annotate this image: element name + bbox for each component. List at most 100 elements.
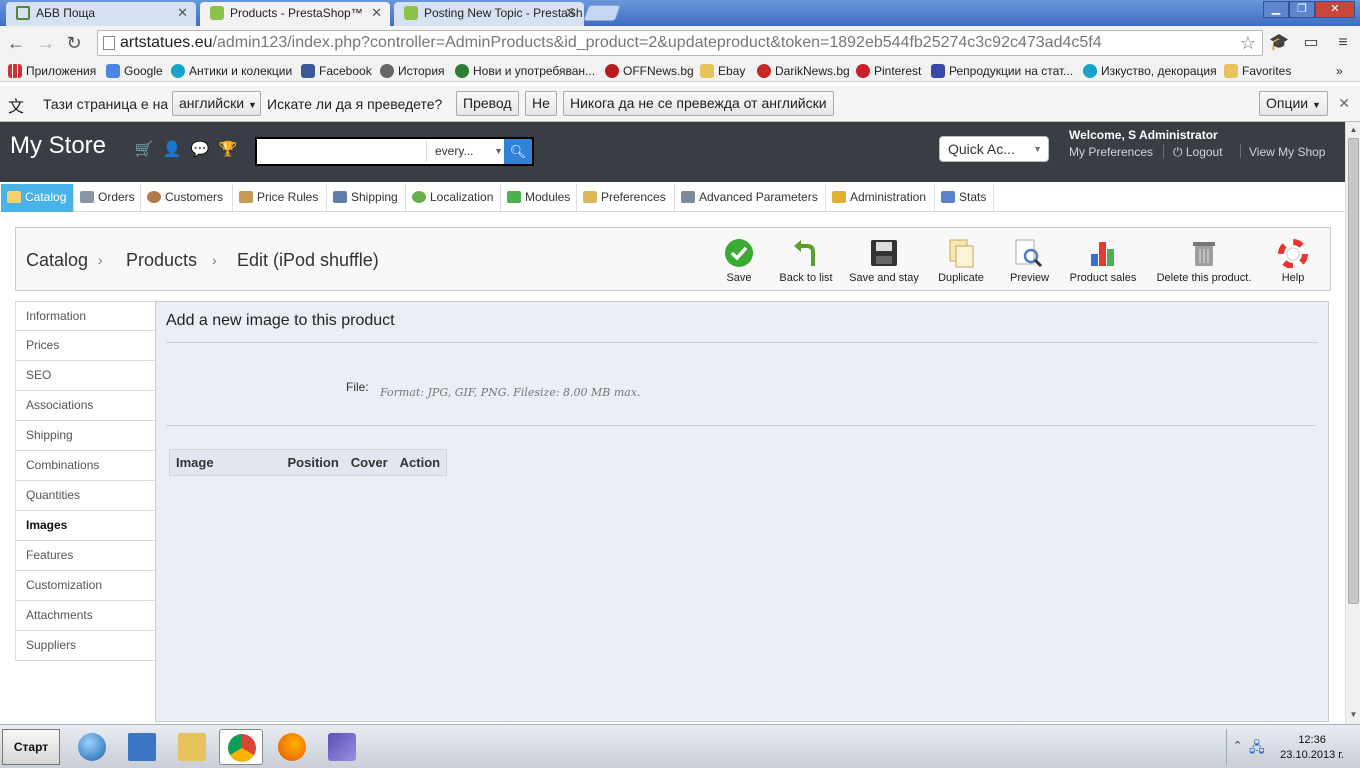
tab-shipping[interactable]: Shipping <box>15 421 156 451</box>
preview-button[interactable]: Preview <box>1010 238 1049 284</box>
product-sales-button[interactable]: Product sales <box>1069 238 1137 284</box>
tab-customization[interactable]: Customization <box>15 571 156 601</box>
search-input[interactable] <box>259 141 423 162</box>
menu-modules[interactable]: Modules <box>501 184 577 212</box>
tab-seo[interactable]: SEO <box>15 361 156 391</box>
menu-advanced-parameters[interactable]: Advanced Parameters <box>675 184 826 212</box>
tab-attachments[interactable]: Attachments <box>15 601 156 631</box>
duplicate-button[interactable]: Duplicate <box>937 238 985 284</box>
search-type-select[interactable]: every... ▼ <box>426 141 506 162</box>
minimize-icon[interactable]: ▁ <box>1263 1 1289 18</box>
bookmark-pinterest[interactable]: Pinterest <box>856 62 921 80</box>
shop-name[interactable]: My Store <box>10 132 106 160</box>
scroll-thumb[interactable] <box>1348 138 1359 604</box>
delete-product-button[interactable]: Delete this product. <box>1156 238 1252 284</box>
taskbar-chrome[interactable] <box>219 729 263 765</box>
close-icon[interactable]: ✕ <box>1338 95 1350 112</box>
restore-icon[interactable]: ❐ <box>1289 1 1315 18</box>
view-shop-link[interactable]: View My Shop <box>1249 145 1325 159</box>
menu-stats[interactable]: Stats <box>935 184 994 212</box>
bookmark-history[interactable]: История <box>380 62 445 80</box>
page-scrollbar[interactable]: ▲ ▼ <box>1345 122 1360 724</box>
tab-features[interactable]: Features <box>15 541 156 571</box>
browser-tab-mail[interactable]: АБВ Поща ✕ <box>6 2 196 26</box>
menu-icon[interactable]: ≡ <box>1332 32 1354 54</box>
tray-expand-icon[interactable]: ⌃ <box>1233 739 1242 752</box>
bookmark-facebook[interactable]: Facebook <box>301 62 372 80</box>
tab-associations[interactable]: Associations <box>15 391 156 421</box>
breadcrumb-products[interactable]: Products <box>126 250 197 271</box>
bookmark-offnews[interactable]: OFFNews.bg <box>605 62 694 80</box>
clock[interactable]: 12:36 23.10.2013 г. <box>1280 733 1344 763</box>
tab-information[interactable]: Information <box>15 301 156 331</box>
browser-tab-products[interactable]: Products - PrestaShop™ ✕ <box>200 2 390 26</box>
menu-preferences[interactable]: Preferences <box>577 184 675 212</box>
options-button[interactable]: Опции ▼ <box>1259 91 1328 116</box>
back-arrow-icon[interactable]: ← <box>4 31 28 55</box>
cart-icon[interactable]: 🛒 <box>134 140 154 160</box>
bookmark-reproductions[interactable]: Репродукции на стат... <box>931 62 1073 80</box>
bookmark-dariknews[interactable]: DarikNews.bg <box>757 62 850 80</box>
bookmark-art-decoration[interactable]: Изкуство, декорация <box>1083 62 1217 80</box>
no-button[interactable]: Не <box>525 91 557 116</box>
bookmarks-overflow-icon[interactable]: » <box>1336 62 1343 80</box>
never-translate-button[interactable]: Никога да не се превежда от английски <box>563 91 834 116</box>
bookmark-google[interactable]: Google <box>106 62 163 80</box>
bookmark-antiques[interactable]: Антики и колекции <box>171 62 292 80</box>
search-button[interactable]: 🔍︎ <box>504 139 532 164</box>
start-button[interactable]: Старт <box>2 729 60 765</box>
bookmark-star-icon[interactable]: ☆ <box>1240 31 1256 55</box>
tab-quantities[interactable]: Quantities <box>15 481 156 511</box>
address-bar[interactable]: artstatues.eu/admin123/index.php?control… <box>97 30 1263 56</box>
save-button[interactable]: Save <box>721 238 757 284</box>
taskbar-desktop[interactable] <box>120 729 164 765</box>
breadcrumb-catalog[interactable]: Catalog <box>26 250 88 271</box>
tab-suppliers[interactable]: Suppliers <box>15 631 156 661</box>
quick-access-select[interactable]: Quick Ac... ▼ <box>939 136 1049 162</box>
new-tab-button[interactable] <box>583 5 621 21</box>
taskbar-app[interactable] <box>320 729 364 765</box>
menu-orders[interactable]: Orders <box>74 184 141 212</box>
close-icon[interactable]: ✕ <box>177 2 188 24</box>
language-select[interactable]: английски ▼ <box>172 91 261 116</box>
bookmark-ebay[interactable]: Ebay <box>700 62 745 80</box>
reload-icon[interactable]: ↻ <box>62 31 86 55</box>
menu-administration[interactable]: Administration <box>826 184 935 212</box>
truck-icon <box>333 191 347 203</box>
forward-arrow-icon[interactable]: → <box>34 31 58 55</box>
divider <box>166 425 1316 426</box>
window-close-icon[interactable]: ✕ <box>1315 1 1355 18</box>
bookmark-apps[interactable]: Приложения <box>8 62 96 80</box>
taskbar-explorer[interactable] <box>170 729 214 765</box>
tab-images[interactable]: Images <box>15 511 156 541</box>
close-icon[interactable]: ✕ <box>565 2 576 24</box>
bookmarks-bar: Приложения Google Антики и колекции Face… <box>0 60 1360 82</box>
taskbar-google-earth[interactable] <box>70 729 114 765</box>
menu-localization[interactable]: Localization <box>406 184 501 212</box>
save-and-stay-button[interactable]: Save and stay <box>848 238 920 284</box>
logout-link[interactable]: ⏻ Logout <box>1173 145 1223 160</box>
back-to-list-button[interactable]: Back to list <box>778 238 834 284</box>
extension-icon[interactable]: 🎓 <box>1268 32 1290 54</box>
window-icon[interactable]: ▭ <box>1300 32 1322 54</box>
my-preferences-link[interactable]: My Preferences <box>1069 145 1153 159</box>
close-icon[interactable]: ✕ <box>371 2 382 24</box>
menu-price-rules[interactable]: Price Rules <box>233 184 327 212</box>
help-button[interactable]: Help <box>1276 238 1310 284</box>
bookmark-favorites[interactable]: Favorites <box>1224 62 1291 80</box>
menu-shipping[interactable]: Shipping <box>327 184 406 212</box>
messages-icon[interactable]: 💬 <box>190 140 210 160</box>
trophy-icon[interactable]: 🏆 <box>218 140 238 160</box>
scroll-down-icon[interactable]: ▼ <box>1348 710 1359 719</box>
tab-prices[interactable]: Prices <box>15 331 156 361</box>
menu-catalog[interactable]: Catalog <box>1 184 74 212</box>
customer-icon[interactable]: 👤 <box>162 140 182 160</box>
browser-tab-posting[interactable]: Posting New Topic - PrestaSh ✕ <box>394 2 584 26</box>
menu-customers[interactable]: Customers <box>141 184 233 212</box>
network-icon[interactable]: 🖧 <box>1249 737 1265 761</box>
taskbar-firefox[interactable] <box>270 729 314 765</box>
scroll-up-icon[interactable]: ▲ <box>1348 125 1359 134</box>
bookmark-new-used[interactable]: Нови и употребяван... <box>455 62 595 80</box>
tab-combinations[interactable]: Combinations <box>15 451 156 481</box>
translate-button[interactable]: Превод <box>456 91 519 116</box>
